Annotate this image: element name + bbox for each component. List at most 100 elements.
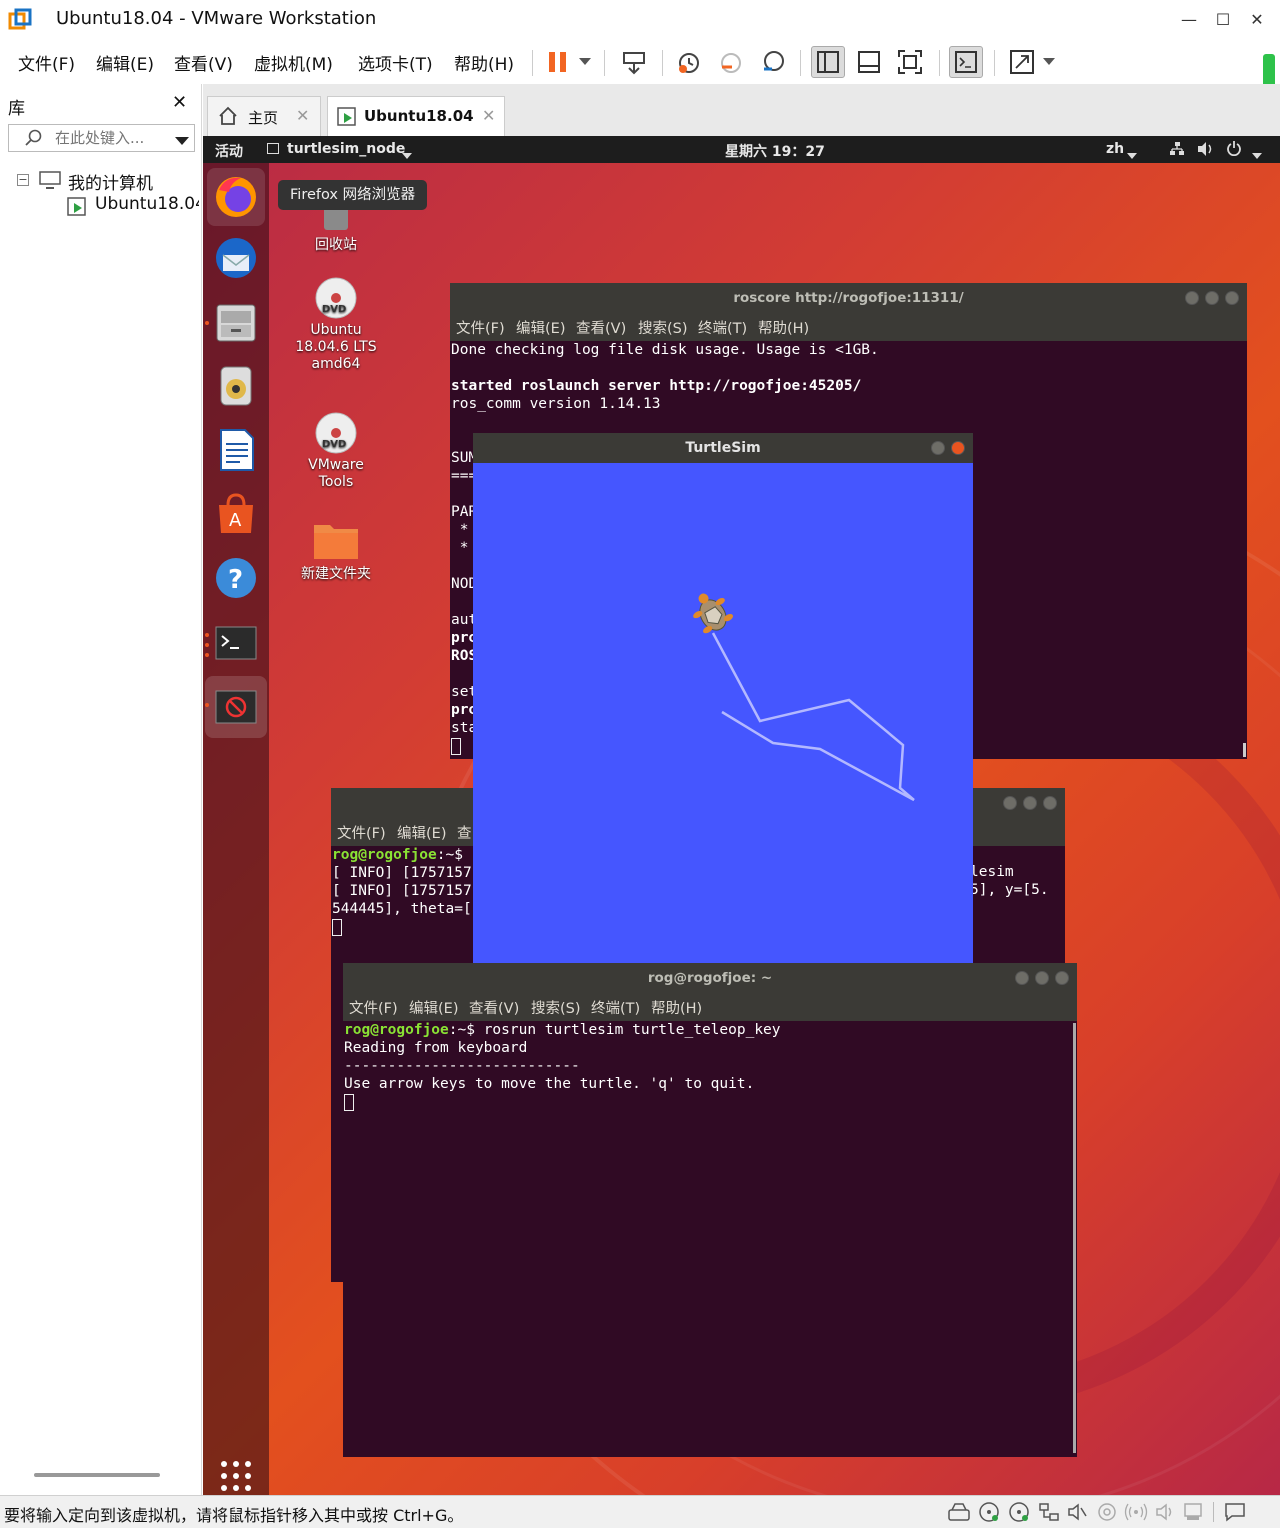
close-button[interactable] — [951, 441, 965, 455]
snapshot-icon[interactable] — [672, 46, 706, 78]
volume-icon[interactable] — [1197, 141, 1215, 161]
display-icon[interactable] — [1182, 1502, 1204, 1526]
minimize-button[interactable] — [931, 441, 945, 455]
menu-vm[interactable]: 虚拟机(M) — [254, 50, 333, 75]
teleop-terminal-window[interactable]: rog@rogofjoe: ~ 文件(F) 编辑(E) 查看(V) 搜索(S) … — [343, 963, 1077, 1457]
rhythmbox-icon[interactable] — [213, 363, 259, 409]
pause-icon[interactable] — [541, 46, 575, 78]
close-button[interactable] — [1225, 291, 1239, 305]
menu-view[interactable]: 查 — [457, 822, 472, 843]
terminal-icon[interactable] — [213, 620, 259, 666]
tree-vm-label[interactable]: Ubuntu18.04 — [95, 194, 199, 214]
menu-edit[interactable]: 编辑(E) — [409, 997, 458, 1018]
menu-help[interactable]: 帮助(H) — [454, 50, 514, 75]
turtlesim-app-icon[interactable] — [205, 676, 267, 738]
desktop-icon-vmware-tools[interactable]: DVD VMware Tools — [286, 411, 386, 491]
close-button[interactable] — [1055, 971, 1069, 985]
input-method-indicator[interactable]: zh — [1106, 141, 1124, 157]
menu-terminal[interactable]: 终端(T) — [591, 997, 640, 1018]
close-library-button[interactable]: ✕ — [172, 92, 187, 113]
minimize-button[interactable] — [1015, 971, 1029, 985]
network-adapter-icon[interactable] — [1038, 1502, 1060, 1526]
single-window-icon[interactable] — [852, 46, 886, 78]
help-icon[interactable]: ? — [213, 555, 259, 601]
menu-help[interactable]: 帮助(H) — [651, 997, 702, 1018]
desktop-icon-new-folder[interactable]: 新建文件夹 — [286, 519, 386, 583]
maximize-button[interactable]: ☐ — [1207, 6, 1239, 34]
chevron-down-icon[interactable] — [175, 134, 189, 150]
maximize-button[interactable] — [1035, 971, 1049, 985]
snapshot-manager-icon[interactable] — [756, 46, 790, 78]
library-search-input[interactable] — [55, 128, 165, 148]
output-line: * — [451, 522, 469, 538]
library-search[interactable] — [8, 124, 195, 152]
app-window-icon — [267, 143, 279, 154]
menu-help[interactable]: 帮助(H) — [758, 317, 809, 338]
minimize-button[interactable]: — — [1173, 6, 1205, 34]
dropdown-icon[interactable] — [1038, 46, 1060, 78]
menu-file[interactable]: 文件(F) — [349, 997, 398, 1018]
firefox-icon[interactable] — [207, 168, 265, 226]
menu-view[interactable]: 查看(V) — [174, 50, 233, 75]
tree-collapse-toggle[interactable]: − — [17, 174, 29, 186]
dropdown-icon[interactable] — [573, 46, 597, 78]
message-log-icon[interactable] — [1224, 1502, 1246, 1526]
show-applications-icon[interactable] — [213, 1453, 259, 1495]
maximize-button[interactable] — [1023, 796, 1037, 810]
close-button[interactable] — [1043, 796, 1057, 810]
close-icon[interactable]: ✕ — [482, 106, 495, 125]
turtlesim-window[interactable]: TurtleSim — [473, 433, 973, 963]
terminal-menu: 文件(F) 编辑(E) 查看(V) 搜索(S) 终端(T) 帮助(H) — [343, 993, 1077, 1021]
sound-icon[interactable] — [1154, 1502, 1176, 1526]
power-icon[interactable] — [1226, 140, 1242, 160]
usb-icon[interactable] — [1066, 1502, 1088, 1526]
menu-edit[interactable]: 编辑(E) — [96, 50, 154, 75]
cd-rom-icon[interactable] — [978, 1502, 1000, 1526]
menu-tabs[interactable]: 选项卡(T) — [358, 50, 433, 75]
cd-rom-icon[interactable] — [1008, 1502, 1030, 1526]
menu-edit[interactable]: 编辑(E) — [397, 822, 446, 843]
vm-icon — [336, 106, 360, 132]
revert-snapshot-icon[interactable] — [714, 46, 748, 78]
desktop-icon-ubuntu-dvd[interactable]: DVD Ubuntu 18.04.6 LTS amd64 — [286, 276, 386, 373]
tab-home[interactable]: 主页 ✕ — [207, 96, 321, 136]
clock[interactable]: 星期六 19：27 — [725, 141, 825, 161]
close-icon[interactable]: ✕ — [296, 106, 309, 125]
menu-view[interactable]: 查看(V) — [469, 997, 519, 1018]
sidebar-view-icon[interactable] — [811, 46, 845, 78]
terminal-scrollbar[interactable] — [1243, 743, 1246, 757]
menu-file[interactable]: 文件(F) — [456, 317, 505, 338]
ubuntu-desktop[interactable]: 活动 turtlesim_node 星期六 19：27 zh A ? 回收站 D… — [203, 136, 1280, 1495]
close-window-button[interactable]: ✕ — [1241, 6, 1273, 34]
fullscreen-icon[interactable] — [893, 46, 927, 78]
menu-edit[interactable]: 编辑(E) — [516, 317, 565, 338]
minimize-button[interactable] — [1003, 796, 1017, 810]
menu-view[interactable]: 查看(V) — [576, 317, 626, 338]
app-menu[interactable]: turtlesim_node — [287, 141, 405, 157]
log-line: [ INFO] [1757157 — [332, 883, 472, 899]
menu-file[interactable]: 文件(F) — [18, 50, 75, 75]
menu-search[interactable]: 搜索(S) — [531, 997, 581, 1018]
stretch-icon[interactable] — [1005, 46, 1039, 78]
network-icon[interactable] — [1169, 141, 1185, 161]
hard-disk-icon[interactable] — [948, 1502, 970, 1526]
menu-file[interactable]: 文件(F) — [337, 822, 386, 843]
tree-root-label[interactable]: 我的计算机 — [68, 169, 153, 194]
printer-icon[interactable] — [1096, 1502, 1118, 1526]
thunderbird-icon[interactable] — [213, 235, 259, 281]
menu-terminal[interactable]: 终端(T) — [698, 317, 747, 338]
tab-ubuntu[interactable]: Ubuntu18.04 ✕ — [327, 96, 505, 136]
libreoffice-writer-icon[interactable] — [213, 427, 259, 473]
console-view-icon[interactable] — [949, 46, 983, 78]
menu-search[interactable]: 搜索(S) — [638, 317, 688, 338]
wireless-icon[interactable] — [1124, 1502, 1148, 1526]
activities-button[interactable]: 活动 — [215, 141, 243, 161]
files-icon[interactable] — [213, 299, 259, 345]
maximize-button[interactable] — [1205, 291, 1219, 305]
library-scrollbar[interactable] — [34, 1473, 160, 1477]
minimize-button[interactable] — [1185, 291, 1199, 305]
terminal-scrollbar[interactable] — [1073, 1023, 1076, 1453]
prompt-user: rog@rogofjoe — [344, 1022, 449, 1038]
send-ctrl-alt-del-icon[interactable] — [617, 46, 651, 78]
ubuntu-software-icon[interactable]: A — [213, 491, 259, 537]
